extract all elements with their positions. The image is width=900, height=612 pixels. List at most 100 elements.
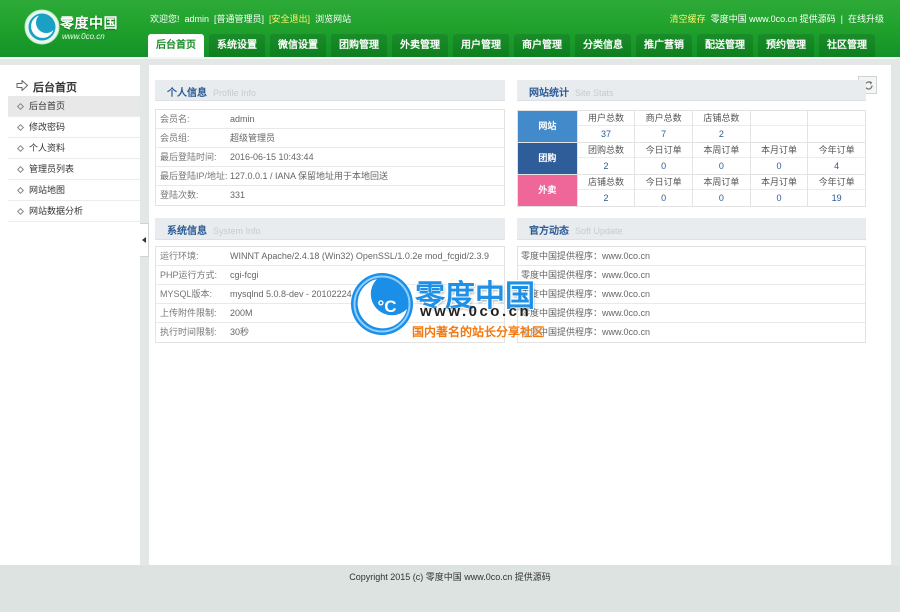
tab-reservations[interactable]: 预约管理 xyxy=(758,34,814,57)
sidebar-item-profile[interactable]: 个人资料 xyxy=(8,138,140,159)
row-label: 最后登陆时间: xyxy=(160,152,217,162)
updates-subtitle: Soft Update xyxy=(575,226,623,236)
stat-cell: 店铺总数 2 xyxy=(692,111,750,142)
profile-table: 会员名: admin 会员组: 超级管理员 最后登陆时间: 2016-06-15 10… xyxy=(155,109,505,206)
stat-label: 本周订单 xyxy=(693,175,750,190)
stat-group-groupbuy: 团购 团购总数 2 今日订单 0 本周订单 0 本月订单 0 今年订单 4 xyxy=(518,143,866,175)
logo[interactable]: 零度中国 www.0co.cn xyxy=(22,8,122,48)
tab-merchants[interactable]: 商户管理 xyxy=(514,34,570,57)
browse-site-link[interactable]: 浏览网站 xyxy=(315,14,351,24)
logo-name: 零度中国 xyxy=(60,15,118,31)
row-label: 最后登陆IP/地址: xyxy=(160,171,228,181)
bullet-icon xyxy=(16,102,25,111)
tab-dashboard[interactable]: 后台首页 xyxy=(148,34,204,57)
sidebar-item-label: 网站地图 xyxy=(29,185,66,195)
tab-wechat-settings[interactable]: 微信设置 xyxy=(270,34,326,57)
table-row: 会员名: admin xyxy=(156,110,504,129)
row-value: admin xyxy=(230,114,255,124)
stat-label: 本周订单 xyxy=(693,143,750,158)
stat-label: 店铺总数 xyxy=(693,111,750,126)
sidebar-item-change-password[interactable]: 修改密码 xyxy=(8,117,140,138)
row-value: 331 xyxy=(230,190,246,200)
sidebar-item-label: 管理员列表 xyxy=(29,164,75,174)
list-item[interactable]: 零度中国提供程序：www.0co.cn xyxy=(518,304,865,323)
bullet-icon xyxy=(16,207,25,216)
tab-users[interactable]: 用户管理 xyxy=(453,34,509,57)
sidebar-item-dashboard[interactable]: 后台首页 xyxy=(8,96,140,117)
sidebar-item-admin-list[interactable]: 管理员列表 xyxy=(8,159,140,180)
list-item[interactable]: 零度中国提供程序：www.0co.cn xyxy=(518,247,865,266)
sidebar-item-label: 修改密码 xyxy=(29,122,66,132)
stat-label: 今日订单 xyxy=(635,175,692,190)
top-separator: | xyxy=(840,14,843,24)
logout-link[interactable]: [安全退出] xyxy=(269,14,310,24)
online-upgrade-link[interactable]: 在线升级 xyxy=(848,14,884,24)
stat-group-label: 外卖 xyxy=(518,175,577,206)
sidebar-menu: 后台首页 修改密码 个人资料 管理员列表 网站地图 网站数据分析 xyxy=(8,96,140,222)
clear-cache-link[interactable]: 清空缓存 xyxy=(670,14,706,24)
stat-value: 2 xyxy=(603,193,609,203)
credit-link[interactable]: 零度中国 www.0co.cn 提供源码 xyxy=(711,14,836,24)
profile-subtitle: Profile Info xyxy=(213,88,257,98)
row-label: 执行时间限制: xyxy=(160,327,217,337)
tab-marketing[interactable]: 推广营销 xyxy=(636,34,692,57)
stat-group-takeout: 外卖 店铺总数 2 今日订单 0 本周订单 0 本月订单 0 今年订单 19 xyxy=(518,175,866,207)
stat-label: 今年订单 xyxy=(808,143,866,158)
stat-value: 0 xyxy=(661,161,667,171)
stat-label: 今年订单 xyxy=(808,175,866,190)
stat-value: 2 xyxy=(718,129,724,139)
row-value: mysqlnd 5.0.8-dev - 20102224 xyxy=(230,289,352,299)
sidebar-item-label: 个人资料 xyxy=(29,143,66,153)
stat-cell: 本周订单 0 xyxy=(692,143,750,174)
row-value: 127.0.0.1 / IANA 保留地址用于本地回送 xyxy=(230,171,389,181)
sidebar-item-label: 网站数据分析 xyxy=(29,206,84,216)
stat-group-label: 网站 xyxy=(518,111,577,142)
stat-cell: 今年订单 4 xyxy=(807,143,866,174)
sidebar-item-sitemap[interactable]: 网站地图 xyxy=(8,180,140,201)
list-item[interactable]: 零度中国提供程序：www.0co.cn xyxy=(518,266,865,285)
table-row: 最后登陆IP/地址: 127.0.0.1 / IANA 保留地址用于本地回送 xyxy=(156,167,504,186)
system-title: 系统信息 xyxy=(167,226,207,237)
list-item[interactable]: 零度中国提供程序：www.0co.cn xyxy=(518,285,865,304)
system-subtitle: System Info xyxy=(213,226,261,236)
stat-group-label: 团购 xyxy=(518,143,577,174)
row-label: 上传附件限制: xyxy=(160,308,217,318)
stat-label: 今日订单 xyxy=(635,143,692,158)
stat-cell: 今日订单 0 xyxy=(634,143,692,174)
header: 零度中国 www.0co.cn 欢迎您! admin [普通管理员] [安全退出] 浏览… xyxy=(0,0,900,57)
stat-cell-empty xyxy=(749,111,808,142)
stat-value: 0 xyxy=(718,193,724,203)
header-divider xyxy=(0,57,900,59)
tab-group-buy[interactable]: 团购管理 xyxy=(331,34,387,57)
stat-value: 0 xyxy=(718,161,724,171)
bullet-icon xyxy=(16,123,25,132)
tab-community[interactable]: 社区管理 xyxy=(819,34,875,57)
sidebar-collapse-handle[interactable] xyxy=(140,223,149,257)
stats-panel-header: 网站统计 Site Stats xyxy=(517,80,866,101)
panel-title: 网站统计 Site Stats xyxy=(529,84,614,99)
main-nav: 后台首页 系统设置 微信设置 团购管理 外卖管理 用户管理 商户管理 分类信息 … xyxy=(148,34,875,57)
sidebar-title-text: 后台首页 xyxy=(33,82,77,94)
sidebar-item-analytics[interactable]: 网站数据分析 xyxy=(8,201,140,222)
stat-value xyxy=(751,126,808,142)
stat-cell: 店铺总数 2 xyxy=(576,175,635,206)
home-arrow-icon xyxy=(16,80,28,91)
tab-delivery[interactable]: 配送管理 xyxy=(697,34,753,57)
stat-value: 2 xyxy=(603,161,609,171)
stat-cell-empty xyxy=(807,111,866,142)
row-value: cgi-fcgi xyxy=(230,270,259,280)
row-label: 运行环境: xyxy=(160,251,199,261)
stat-label: 店铺总数 xyxy=(577,175,635,190)
watermark: °C 零度中国 www.0co.cn 国内著名的站长分享社区 xyxy=(348,270,548,342)
sidebar-item-label: 后台首页 xyxy=(29,101,66,111)
updates-list: 零度中国提供程序：www.0co.cn 零度中国提供程序：www.0co.cn … xyxy=(517,246,866,343)
tab-classifieds[interactable]: 分类信息 xyxy=(575,34,631,57)
stat-label: 本月订单 xyxy=(750,143,808,158)
panel-title: 官方动态 Soft Update xyxy=(529,222,623,237)
list-item[interactable]: 零度中国提供程序：www.0co.cn xyxy=(518,323,865,342)
tab-takeout[interactable]: 外卖管理 xyxy=(392,34,448,57)
tab-system-settings[interactable]: 系统设置 xyxy=(209,34,265,57)
top-links: 清空缓存 零度中国 www.0co.cn 提供源码 | 在线升级 xyxy=(665,12,884,25)
stat-cell: 今年订单 19 xyxy=(807,175,866,206)
stat-label: 用户总数 xyxy=(577,111,635,126)
